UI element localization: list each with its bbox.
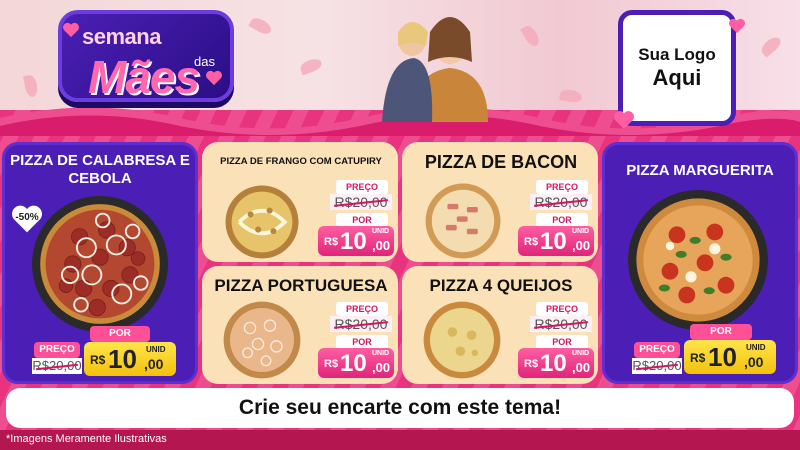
price-integer: 10 <box>708 342 737 372</box>
campaign-title-badge: semana Mães das <box>58 10 234 103</box>
pizza-marguerita-image <box>628 190 768 330</box>
cta-banner[interactable]: Crie seu encarte com este tema! <box>6 388 794 428</box>
pizza-4queijos-image <box>422 300 502 380</box>
price-cents: ,00 <box>572 360 591 375</box>
price-cents: ,00 <box>744 354 764 370</box>
price-integer: 10 <box>540 350 567 377</box>
unit-label: UNID <box>746 343 766 352</box>
unit-label: UNID <box>572 350 590 357</box>
discount-badge: -50% <box>10 204 44 234</box>
cta-text: Crie seu encarte com este tema! <box>238 396 562 419</box>
footer-disclaimer: *Imagens Meramente Ilustrativas <box>6 433 167 445</box>
unit-label: UNID <box>572 228 590 235</box>
old-price: R$20,00 <box>632 358 682 374</box>
old-price: R$20,00 <box>32 358 82 374</box>
mother-child-photo <box>372 2 488 122</box>
unit-label: UNID <box>372 350 390 357</box>
petal-decoration <box>298 56 324 76</box>
petal-decoration <box>23 74 39 98</box>
price-box: R$ 10 UNID ,00 <box>318 226 394 256</box>
old-price: R$20,00 <box>330 316 392 332</box>
currency: R$ <box>324 236 339 248</box>
heart-icon <box>614 111 634 129</box>
unit-label: UNID <box>146 345 166 354</box>
por-label: POR <box>536 213 588 227</box>
unit-label: UNID <box>372 228 390 235</box>
price-tag: PREÇO R$20,00 POR R$ 10 UNID ,00 <box>518 302 600 382</box>
currency: R$ <box>524 236 539 248</box>
footer-bar: *Imagens Meramente Ilustrativas <box>0 430 800 450</box>
petal-decoration <box>248 15 274 37</box>
heart-icon <box>206 70 222 86</box>
price-box: R$ 10 UNID ,00 <box>518 348 594 378</box>
old-price: R$20,00 <box>330 194 392 210</box>
price-tag: PREÇO R$20,00 POR R$ 10 UNID ,00 <box>518 180 600 260</box>
product-name: PIZZA DE BACON <box>424 152 578 172</box>
price-box: R$ 10 UNID ,00 <box>84 342 176 376</box>
product-name: PIZZA 4 QUEIJOS <box>429 276 573 295</box>
price-tag: PREÇO R$20,00 POR R$ 10 UNID ,00 <box>318 180 400 260</box>
discount-text: -50% <box>15 212 39 223</box>
price-cents: ,00 <box>572 238 591 253</box>
por-label: POR <box>690 324 752 340</box>
price-integer: 10 <box>340 228 367 255</box>
preco-label: PREÇO <box>336 180 388 194</box>
price-cents: ,00 <box>144 356 164 372</box>
logo-line2: Aqui <box>652 65 702 90</box>
product-name: PIZZA MARGUERITA <box>626 162 774 179</box>
preco-label: PREÇO <box>336 302 388 316</box>
heart-icon <box>63 22 79 38</box>
logo-placeholder: Sua Logo Aqui <box>618 10 736 126</box>
pizza-frango-image <box>224 184 300 260</box>
product-name: PIZZA PORTUGUESA <box>214 276 388 295</box>
currency: R$ <box>690 351 706 365</box>
product-name: PIZZA DE CALABRESA E CEBOLA <box>10 152 190 187</box>
old-price: R$20,00 <box>530 316 592 332</box>
pizza-bacon-image <box>424 182 502 260</box>
currency: R$ <box>90 353 106 367</box>
petal-decoration <box>758 34 784 58</box>
price-box: R$ 10 UNID ,00 <box>518 226 594 256</box>
price-box: R$ 10 UNID ,00 <box>318 348 394 378</box>
por-label: POR <box>336 213 388 227</box>
preco-label: PREÇO <box>536 180 588 194</box>
product-name: PIZZA DE FRANGO COM CATUPIRY <box>220 156 382 167</box>
por-label: POR <box>336 335 388 349</box>
heart-icon <box>729 18 745 34</box>
por-label: POR <box>90 326 150 342</box>
price-tag: PREÇO R$20,00 POR R$ 10 UNID ,00 <box>318 302 400 382</box>
price-cents: ,00 <box>372 238 391 253</box>
preco-label: PREÇO <box>34 342 80 358</box>
price-integer: 10 <box>108 344 137 374</box>
title-small: das <box>194 54 215 69</box>
currency: R$ <box>524 358 539 370</box>
logo-line1: Sua Logo <box>638 45 716 64</box>
preco-label: PREÇO <box>536 302 588 316</box>
petal-decoration <box>520 23 542 49</box>
title-line1: semana <box>82 24 161 49</box>
preco-label: PREÇO <box>634 342 680 358</box>
price-cents: ,00 <box>372 360 391 375</box>
old-price: R$20,00 <box>530 194 592 210</box>
price-box: R$ 10 UNID ,00 <box>684 340 776 374</box>
price-integer: 10 <box>540 228 567 255</box>
price-integer: 10 <box>340 350 367 377</box>
por-label: POR <box>536 335 588 349</box>
currency: R$ <box>324 358 339 370</box>
pizza-portuguesa-image <box>222 300 302 380</box>
pizza-calabresa-image <box>32 196 168 332</box>
title-line2: Mães <box>88 51 200 103</box>
